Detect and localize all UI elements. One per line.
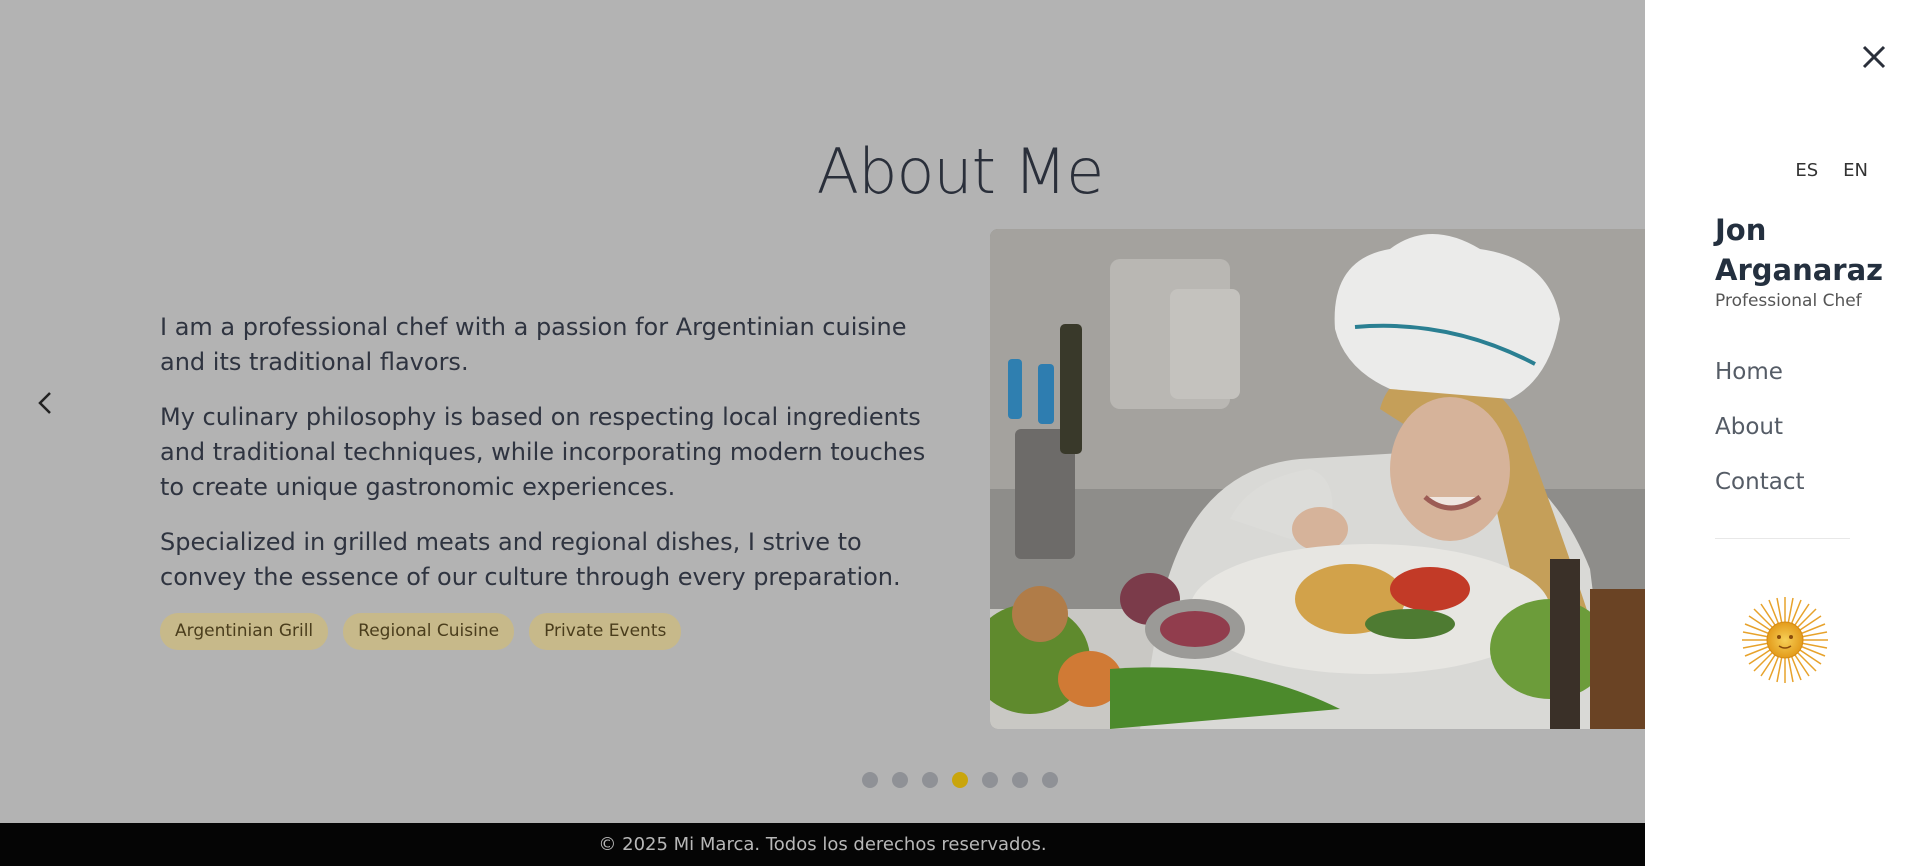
- nav-contact[interactable]: Contact: [1715, 465, 1804, 520]
- carousel-dot-1[interactable]: [862, 772, 878, 788]
- carousel-dot-4[interactable]: [952, 772, 968, 788]
- owner-name: Jon Arganaraz: [1715, 213, 1884, 287]
- sidebar-nav: Home About Contact: [1715, 355, 1804, 520]
- footer-text: © 2025 Mi Marca. Todos los derechos rese…: [598, 834, 1047, 855]
- tag-argentinian-grill: Argentinian Grill: [160, 613, 329, 650]
- tag-regional-cuisine: Regional Cuisine: [343, 613, 515, 650]
- sidebar-divider: [1715, 538, 1850, 539]
- carousel-dot-3[interactable]: [922, 772, 938, 788]
- sidebar-menu: ES EN Jon Arganaraz Professional Chef Ho…: [1645, 0, 1918, 866]
- lang-en[interactable]: EN: [1843, 160, 1868, 181]
- nav-about[interactable]: About: [1715, 410, 1804, 465]
- carousel-dot-7[interactable]: [1042, 772, 1058, 788]
- close-icon: [1862, 45, 1886, 69]
- about-text: I am a professional chef with a passion …: [160, 310, 940, 615]
- language-switcher: ES EN: [1645, 160, 1918, 181]
- tag-private-events: Private Events: [529, 613, 682, 650]
- chef-photo: [990, 229, 1645, 729]
- carousel-dot-6[interactable]: [1012, 772, 1028, 788]
- about-paragraph-3: Specialized in grilled meats and regiona…: [160, 528, 901, 591]
- carousel-pagination: [862, 772, 1058, 788]
- about-paragraph-2: My culinary philosophy is based on respe…: [160, 403, 926, 501]
- owner-role: Professional Chef: [1715, 291, 1862, 311]
- carousel-dot-5[interactable]: [982, 772, 998, 788]
- footer: © 2025 Mi Marca. Todos los derechos rese…: [0, 823, 1645, 866]
- chevron-left-icon: [38, 392, 51, 414]
- lang-es[interactable]: ES: [1795, 160, 1818, 181]
- page-title: About Me: [816, 135, 1105, 208]
- main-content: About Me I am a professional chef with a…: [0, 0, 1645, 866]
- about-paragraph-1: I am a professional chef with a passion …: [160, 313, 907, 376]
- nav-home[interactable]: Home: [1715, 355, 1804, 410]
- carousel-dot-2[interactable]: [892, 772, 908, 788]
- sun-of-may-icon: [1740, 595, 1830, 685]
- close-button[interactable]: [1857, 40, 1891, 74]
- carousel-prev-button[interactable]: [30, 386, 60, 420]
- specialty-tags: Argentinian Grill Regional Cuisine Priva…: [160, 613, 682, 650]
